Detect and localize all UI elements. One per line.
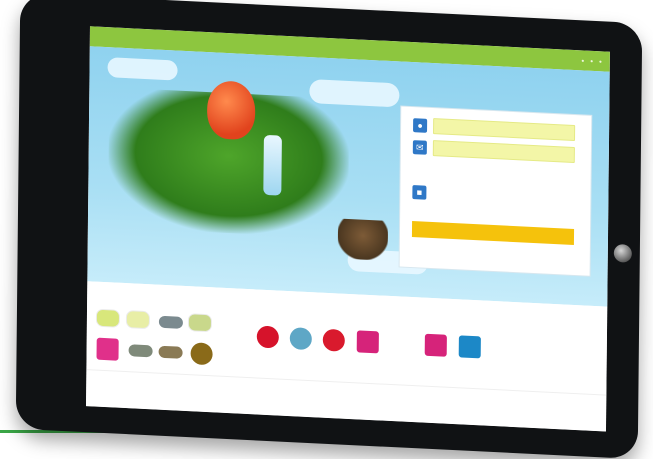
logo-badge[interactable] <box>356 330 379 354</box>
password-row: ✉ <box>412 139 575 164</box>
logo-badge[interactable] <box>322 328 345 352</box>
email-icon: ✉ <box>412 140 427 155</box>
window-control-dot[interactable]: • <box>590 56 593 65</box>
username-row: ● <box>413 117 576 142</box>
logo-badge[interactable] <box>289 327 312 351</box>
logo-badge[interactable] <box>96 337 119 361</box>
username-field[interactable] <box>433 118 576 142</box>
footer-divider <box>86 369 607 396</box>
tablet-device: • • • ● ✉ ■ <box>15 0 643 459</box>
logo-badge[interactable] <box>190 342 213 366</box>
tablet-screen: • • • ● ✉ ■ <box>86 26 610 432</box>
window-control-dot[interactable]: • <box>599 57 602 66</box>
logo-badge[interactable] <box>96 309 120 327</box>
window-control-dot[interactable]: • <box>581 56 584 65</box>
logo-badge[interactable] <box>256 325 279 349</box>
login-panel: ● ✉ ■ <box>399 106 592 276</box>
logo-badge[interactable] <box>126 311 150 329</box>
logo-badge[interactable] <box>158 345 183 359</box>
window-controls: • • • <box>581 56 602 66</box>
logo-badge[interactable] <box>424 333 447 357</box>
bottom-area <box>86 281 608 432</box>
hot-air-balloon-illustration <box>206 80 256 141</box>
password-field[interactable] <box>432 140 575 164</box>
lock-icon: ■ <box>412 185 427 200</box>
logo-badge[interactable] <box>128 344 153 358</box>
floating-rock-illustration <box>337 218 389 261</box>
logo-badge[interactable] <box>188 314 212 332</box>
hero-banner: ● ✉ ■ <box>87 46 610 307</box>
cloud <box>107 57 178 81</box>
login-button[interactable] <box>411 221 575 245</box>
home-button[interactable] <box>613 243 632 263</box>
waterfall-illustration <box>263 134 282 196</box>
user-icon: ● <box>413 118 428 133</box>
school-row: ■ <box>412 185 427 200</box>
logo-badge[interactable] <box>158 315 183 329</box>
logo-badge[interactable] <box>458 335 481 359</box>
footer-links <box>566 397 596 398</box>
